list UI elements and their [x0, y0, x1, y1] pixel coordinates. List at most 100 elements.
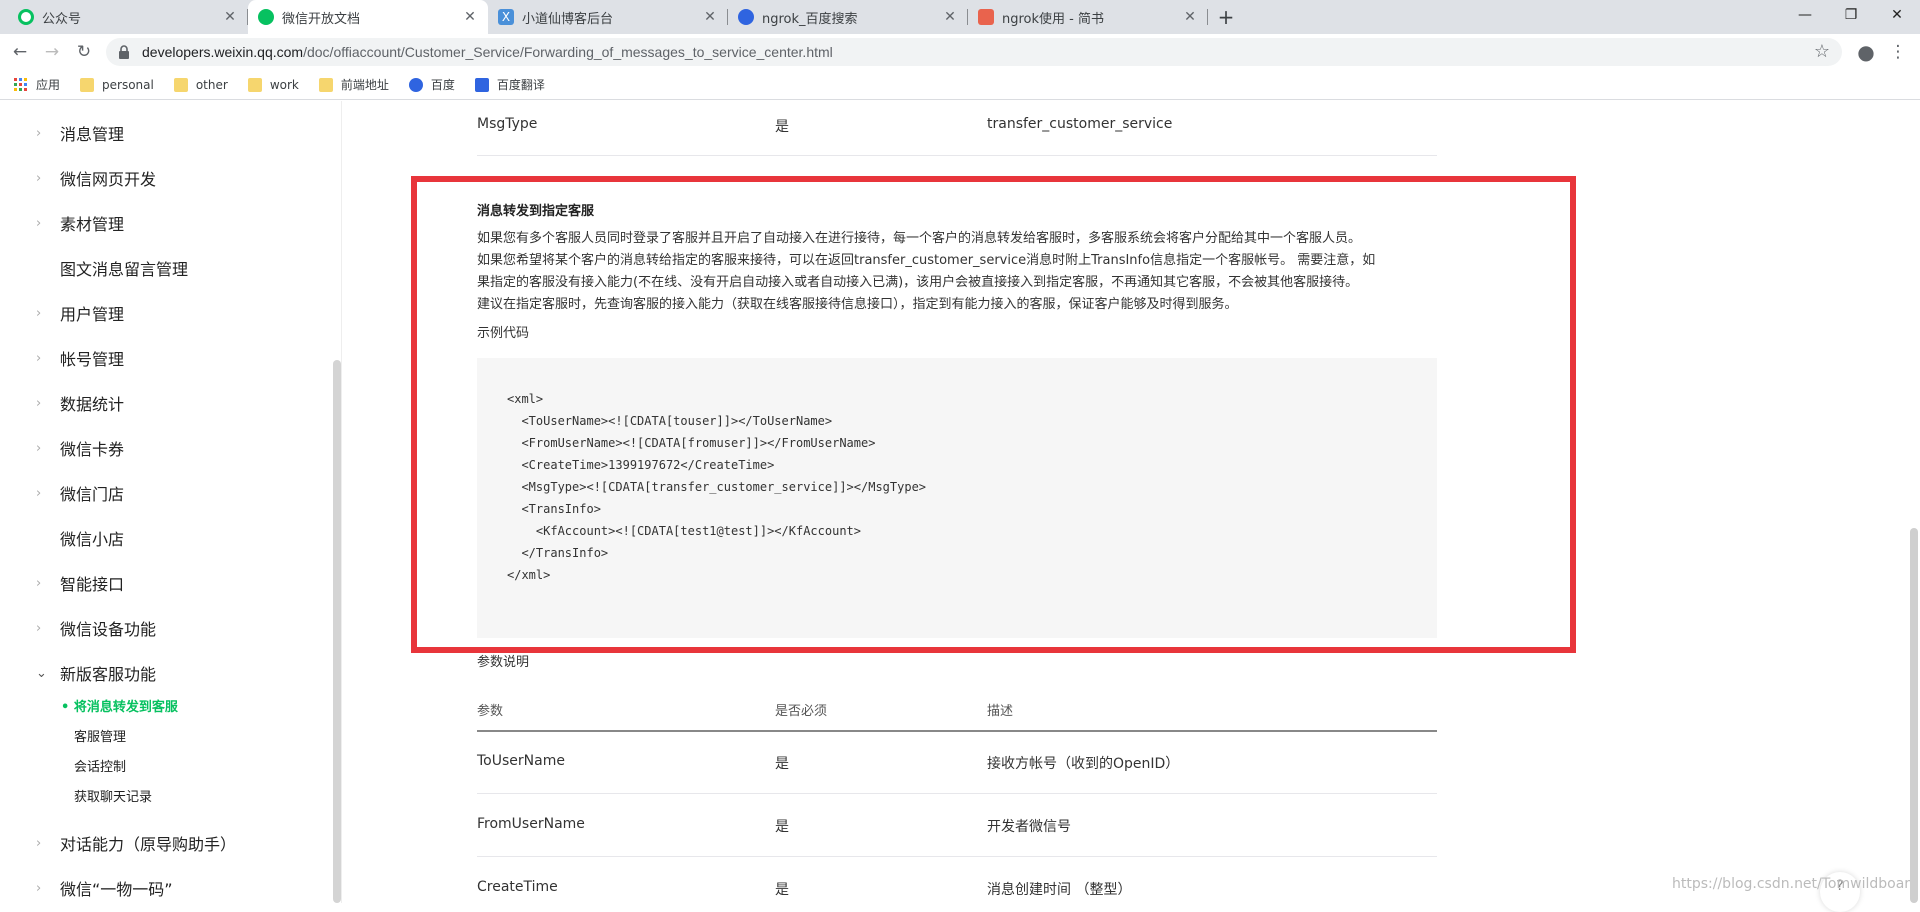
wechat-official-icon	[18, 9, 34, 25]
sidebar-scrollbar[interactable]	[333, 360, 341, 903]
new-tab-button[interactable]: +	[1214, 0, 1238, 34]
sidebar-item-message-management[interactable]: › 消息管理	[36, 121, 124, 145]
folder-icon	[318, 77, 333, 92]
chevron-right-icon: ›	[36, 395, 42, 411]
lock-icon	[119, 45, 129, 59]
table-divider	[477, 856, 1437, 857]
reload-button[interactable]: ↻	[72, 40, 96, 64]
sidebar-item-cards[interactable]: › 微信卡券	[36, 436, 124, 460]
folder-icon	[173, 77, 188, 92]
sidebar-item-material[interactable]: › 素材管理	[36, 211, 124, 235]
sidebar-item-comments[interactable]: 图文消息留言管理	[36, 256, 188, 280]
sidebar-item-one-code[interactable]: › 微信“一物一码”	[36, 876, 173, 900]
paragraph: 如果您有多个客服人员同时登录了客服并且开启了自动接入在进行接待，每一个客户的消息…	[477, 231, 1362, 246]
apps-grid-icon	[14, 77, 27, 91]
x-icon: X	[498, 9, 514, 25]
sidebar-item-account[interactable]: › 帐号管理	[36, 346, 124, 370]
minimize-button[interactable]: —	[1782, 0, 1828, 30]
sidebar-item-label: 微信卡券	[60, 440, 125, 459]
tab-label: ngrok使用 - 简书	[1002, 11, 1104, 27]
bookmark-baidu[interactable]: 百度	[408, 76, 455, 93]
code-line: <MsgType><![CDATA[transfer_customer_serv…	[507, 480, 927, 494]
bookmark-frontend[interactable]: 前端地址	[318, 76, 389, 93]
sidebar-item-smart-api[interactable]: › 智能接口	[36, 571, 124, 595]
window-close-button[interactable]: ✕	[1874, 0, 1920, 30]
bookmark-star-icon[interactable]: ☆	[1814, 41, 1830, 62]
sidebar-item-label: 智能接口	[60, 575, 125, 594]
bookmark-personal[interactable]: personal	[80, 77, 154, 92]
restore-button[interactable]: ❐	[1828, 0, 1874, 30]
sidebar-subitem-session-control[interactable]: 会话控制	[74, 756, 126, 775]
section-title: 消息转发到指定客服	[477, 204, 595, 219]
paragraph: 建议在指定客服时，先查询客服的接入能力（获取在线客服接待信息接口），指定到有能力…	[477, 297, 1238, 312]
sidebar-item-stores[interactable]: › 微信门店	[36, 481, 124, 505]
baidu-icon	[408, 77, 423, 92]
bookmark-label: work	[269, 77, 299, 92]
table-cell-param: FromUserName	[477, 816, 585, 832]
sidebar-item-dialog[interactable]: › 对话能力（原导购助手）	[36, 831, 236, 855]
chevron-right-icon: ›	[36, 170, 42, 186]
table-cell-required: 是	[775, 756, 789, 772]
bookmark-work[interactable]: work	[247, 77, 299, 92]
close-icon[interactable]: ✕	[222, 9, 238, 25]
table-header-required: 是否必须	[775, 704, 828, 719]
sidebar-item-label: 数据统计	[60, 395, 125, 414]
menu-icon[interactable]: ⋮	[1886, 40, 1910, 64]
close-icon[interactable]: ✕	[942, 9, 958, 25]
tab-jianshu[interactable]: ngrok使用 - 简书 ✕	[968, 0, 1208, 34]
chevron-right-icon: ›	[36, 305, 42, 321]
sidebar-subitem-chat-history[interactable]: 获取聊天记录	[74, 786, 152, 805]
sidebar-divider	[341, 101, 342, 903]
table-cell-desc: 消息创建时间 （整型）	[987, 882, 1132, 898]
close-icon[interactable]: ✕	[1182, 9, 1198, 25]
sidebar-subitem-forward-to-service[interactable]: • 将消息转发到客服	[61, 696, 178, 715]
bookmark-apps[interactable]: 应用	[14, 76, 60, 93]
back-button[interactable]: ←	[8, 40, 32, 64]
close-icon[interactable]: ✕	[702, 9, 718, 25]
table-cell-desc: transfer_customer_service	[987, 116, 1173, 132]
sidebar-subitem-service-management[interactable]: 客服管理	[74, 726, 126, 745]
profile-icon[interactable]: ●	[1854, 40, 1878, 64]
code-line: </TransInfo>	[507, 546, 609, 560]
sidebar-item-customer-service[interactable]: ⌄ 新版客服功能	[36, 661, 156, 685]
params-label: 参数说明	[477, 655, 530, 670]
sidebar-item-shop[interactable]: 微信小店	[36, 526, 124, 550]
tab-official-account[interactable]: 公众号 ✕	[8, 0, 248, 34]
sidebar-item-label: 素材管理	[60, 215, 125, 234]
sidebar-item-label: 微信网页开发	[60, 170, 157, 189]
chevron-right-icon: ›	[36, 215, 42, 231]
chevron-down-icon: ⌄	[36, 665, 47, 681]
tab-label: 微信开放文档	[282, 11, 361, 27]
table-divider	[477, 793, 1437, 794]
watermark: https://blog.csdn.net/Tomwildboar	[1672, 876, 1911, 892]
code-line: <ToUserName><![CDATA[touser]]></ToUserNa…	[507, 414, 833, 428]
sidebar-item-statistics[interactable]: › 数据统计	[36, 391, 124, 415]
sidebar-item-web-dev[interactable]: › 微信网页开发	[36, 166, 156, 190]
forward-button[interactable]: →	[40, 40, 64, 64]
table-cell-required: 是	[775, 882, 789, 898]
wechat-icon	[258, 9, 274, 25]
bookmark-label: 前端地址	[340, 78, 389, 92]
page-scrollbar[interactable]	[1910, 528, 1918, 903]
address-bar[interactable]: developers.weixin.qq.com/doc/offiaccount…	[106, 38, 1842, 66]
close-icon[interactable]: ✕	[462, 9, 478, 25]
bookmark-label: 百度翻译	[496, 78, 545, 92]
tab-wechat-docs[interactable]: 微信开放文档 ✕	[248, 0, 488, 34]
sidebar-item-label: 新版客服功能	[60, 665, 157, 684]
sidebar-item-users[interactable]: › 用户管理	[36, 301, 124, 325]
bookmark-label: 百度	[430, 78, 455, 92]
chevron-right-icon: ›	[36, 485, 42, 501]
sidebar-item-devices[interactable]: › 微信设备功能	[36, 616, 156, 640]
tab-label: 小道仙博客后台	[522, 11, 614, 27]
table-cell-required: 是	[775, 119, 789, 135]
bookmark-other[interactable]: other	[173, 77, 228, 92]
chevron-right-icon: ›	[36, 350, 42, 366]
sidebar-item-label: 帐号管理	[60, 350, 125, 369]
folder-icon	[80, 77, 95, 92]
tab-blog-admin[interactable]: X 小道仙博客后台 ✕	[488, 0, 728, 34]
browser-toolbar: ← → ↻ developers.weixin.qq.com/doc/offia…	[0, 34, 1920, 70]
bookmark-baidu-translate[interactable]: 百度翻译	[474, 76, 545, 93]
code-line: <FromUserName><![CDATA[fromuser]]></From…	[507, 436, 876, 450]
code-line: <TransInfo>	[507, 502, 601, 516]
tab-baidu-search[interactable]: ngrok_百度搜索 ✕	[728, 0, 968, 34]
